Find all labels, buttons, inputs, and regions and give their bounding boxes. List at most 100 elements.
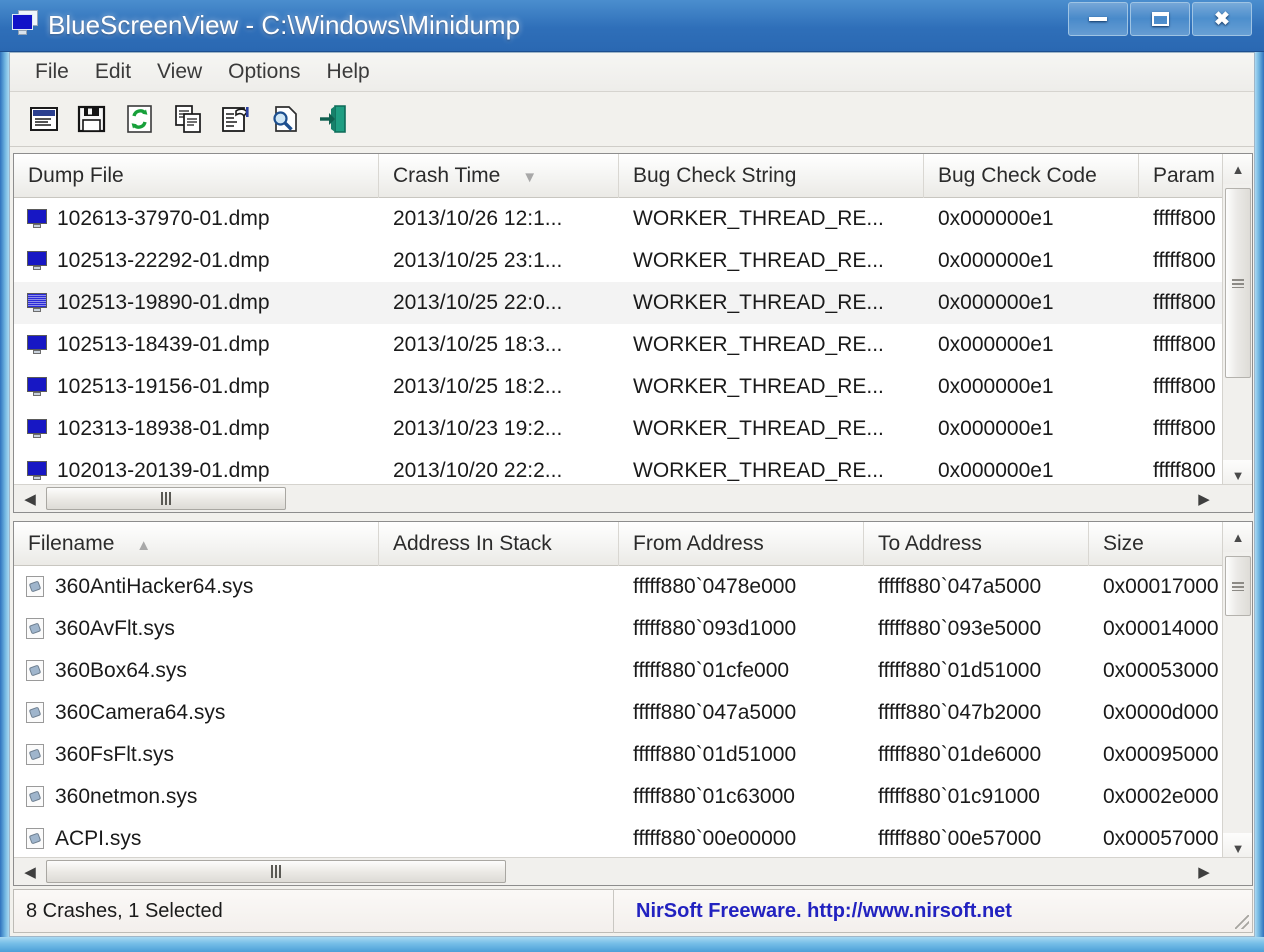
cell-bug-check-string: WORKER_THREAD_RE... <box>633 333 884 356</box>
cell-address-in-stack <box>379 818 619 860</box>
column-header-size[interactable]: Size <box>1089 522 1224 566</box>
monitor-icon[interactable] <box>10 9 40 39</box>
refresh-button[interactable] <box>120 99 160 139</box>
scroll-up-icon[interactable]: ▲ <box>1223 522 1252 552</box>
scroll-left-icon[interactable]: ◀ <box>16 485 44 512</box>
column-header-filename[interactable]: Filename ▲ <box>14 522 379 566</box>
column-header-dump-file[interactable]: Dump File <box>14 154 379 198</box>
window-title: BlueScreenView - C:\Windows\Minidump <box>48 10 521 40</box>
nirsoft-link[interactable]: NirSoft Freeware. http://www.nirsoft.net <box>614 889 1252 933</box>
properties-icon <box>30 107 58 131</box>
sys-file-icon <box>26 744 46 766</box>
driver-list-scroll-thumb[interactable] <box>1225 556 1251 616</box>
menu-item-options[interactable]: Options <box>215 58 313 86</box>
cell-bug-check-code: 0x000000e1 <box>938 333 1054 356</box>
menu-item-help[interactable]: Help <box>314 58 383 86</box>
properties-button[interactable] <box>24 99 64 139</box>
title-bar[interactable]: BlueScreenView - C:\Windows\Minidump ✖ <box>0 0 1264 52</box>
grip-icon <box>1232 278 1244 288</box>
table-row[interactable]: 102313-18938-01.dmp 2013/10/23 19:2... WOR… <box>14 408 1252 450</box>
menu-item-edit[interactable]: Edit <box>82 58 144 86</box>
cell-bug-check-string: WORKER_THREAD_RE... <box>633 375 884 398</box>
column-header-bug-check-code[interactable]: Bug Check Code <box>924 154 1139 198</box>
table-row[interactable]: 360Box64.sys fffff880`01cfe000 fffff880`01… <box>14 650 1252 692</box>
scroll-right-icon[interactable]: ▶ <box>1190 485 1218 512</box>
cell-to-address: fffff880`093e5000 <box>878 617 1042 640</box>
crash-list-hscroll-thumb[interactable] <box>46 487 286 510</box>
table-row[interactable]: 102613-37970-01.dmp 2013/10/26 12:1... WOR… <box>14 198 1252 240</box>
cell-crash-time: 2013/10/23 19:2... <box>393 417 563 440</box>
driver-file-name: 360Camera64.sys <box>55 701 226 724</box>
cell-to-address: fffff880`047b2000 <box>878 701 1042 724</box>
cell-bug-check-string: WORKER_THREAD_RE... <box>633 207 884 230</box>
column-header-crash-time[interactable]: Crash Time ▼ <box>379 154 619 198</box>
cell-from-address: fffff880`0478e000 <box>633 575 797 598</box>
scroll-left-icon[interactable]: ◀ <box>16 858 44 885</box>
table-row[interactable]: 102513-22292-01.dmp 2013/10/25 23:1... WOR… <box>14 240 1252 282</box>
table-row[interactable]: 360AvFlt.sys fffff880`093d1000 fffff880`09… <box>14 608 1252 650</box>
table-row[interactable]: 360FsFlt.sys fffff880`01d51000 fffff880`01… <box>14 734 1252 776</box>
driver-list[interactable]: Filename ▲ Address In Stack From Address… <box>13 521 1253 886</box>
driver-file-name: 360netmon.sys <box>55 785 198 808</box>
close-button[interactable]: ✖ <box>1192 2 1252 36</box>
sys-file-icon <box>26 618 46 640</box>
column-header-bug-check-string[interactable]: Bug Check String <box>619 154 924 198</box>
find-icon <box>273 106 297 132</box>
table-row[interactable]: 360AntiHacker64.sys fffff880`0478e000 ffff… <box>14 566 1252 608</box>
minimize-button[interactable] <box>1068 2 1128 36</box>
cell-from-address: fffff880`01c63000 <box>633 785 795 808</box>
cell-filename: 360FsFlt.sys <box>14 734 379 776</box>
cell-address-in-stack <box>379 776 619 818</box>
cell-address-in-stack <box>379 566 619 608</box>
copy-button[interactable] <box>168 99 208 139</box>
driver-list-hscroll-thumb[interactable] <box>46 860 506 883</box>
resize-grip-icon[interactable] <box>1235 915 1249 929</box>
cell-bug-check-string: WORKER_THREAD_RE... <box>633 291 884 314</box>
copy-icon <box>175 105 201 133</box>
close-icon: ✖ <box>1214 8 1230 30</box>
scroll-right-icon[interactable]: ▶ <box>1190 858 1218 885</box>
driver-list-horizontal-scrollbar[interactable]: ◀ ▶ <box>14 857 1252 885</box>
cell-size: 0x00095000 <box>1103 743 1219 766</box>
dump-file-name: 102513-18439-01.dmp <box>57 333 270 356</box>
cell-filename: ACPI.sys <box>14 818 379 860</box>
maximize-button[interactable] <box>1130 2 1190 36</box>
cell-from-address: fffff880`01cfe000 <box>633 659 790 682</box>
cell-dump-file: 102613-37970-01.dmp <box>14 198 379 240</box>
html-report-button[interactable] <box>216 99 256 139</box>
cell-filename: 360netmon.sys <box>14 776 379 818</box>
column-header-parameter-1[interactable]: Param <box>1139 154 1224 198</box>
scroll-up-icon[interactable]: ▲ <box>1223 154 1252 184</box>
column-header-address-in-stack[interactable]: Address In Stack <box>379 522 619 566</box>
minimize-icon <box>1089 17 1107 21</box>
menu-item-view[interactable]: View <box>144 58 215 86</box>
find-button[interactable] <box>264 99 304 139</box>
cell-dump-file: 102513-19890-01.dmp <box>14 282 379 324</box>
driver-list-vertical-scrollbar[interactable]: ▲ ▼ <box>1222 522 1252 863</box>
driver-file-name: 360AvFlt.sys <box>55 617 175 640</box>
window-border-left <box>0 52 9 952</box>
column-header-to-address[interactable]: To Address <box>864 522 1089 566</box>
menu-item-file[interactable]: File <box>22 58 82 86</box>
cell-from-address: fffff880`093d1000 <box>633 617 797 640</box>
crash-list-horizontal-scrollbar[interactable]: ◀ ▶ <box>14 484 1252 512</box>
column-header-from-address[interactable]: From Address <box>619 522 864 566</box>
sys-file-icon <box>26 660 46 682</box>
table-row[interactable]: 360Camera64.sys fffff880`047a5000 fffff880… <box>14 692 1252 734</box>
save-button[interactable] <box>72 99 112 139</box>
crash-list-scroll-thumb[interactable] <box>1225 188 1251 378</box>
cell-address-in-stack <box>379 650 619 692</box>
table-row[interactable]: 102513-18439-01.dmp 2013/10/25 18:3... WOR… <box>14 324 1252 366</box>
cell-filename: 360Box64.sys <box>14 650 379 692</box>
crash-list-vertical-scrollbar[interactable]: ▲ ▼ <box>1222 154 1252 490</box>
application-window: BlueScreenView - C:\Windows\Minidump ✖ F… <box>0 0 1264 952</box>
crash-dump-list[interactable]: Dump File Crash Time ▼ Bug Check String … <box>13 153 1253 513</box>
cell-crash-time: 2013/10/25 18:3... <box>393 333 563 356</box>
exit-button[interactable] <box>312 99 352 139</box>
table-row[interactable]: ACPI.sys fffff880`00e00000 fffff880`00e570… <box>14 818 1252 860</box>
grip-icon <box>271 865 281 878</box>
table-row[interactable]: 102513-19890-01.dmp 2013/10/25 22:0... WOR… <box>14 282 1252 324</box>
table-row[interactable]: 360netmon.sys fffff880`01c63000 fffff880`0… <box>14 776 1252 818</box>
sort-descending-icon: ▼ <box>522 169 538 186</box>
table-row[interactable]: 102513-19156-01.dmp 2013/10/25 18:2... WOR… <box>14 366 1252 408</box>
